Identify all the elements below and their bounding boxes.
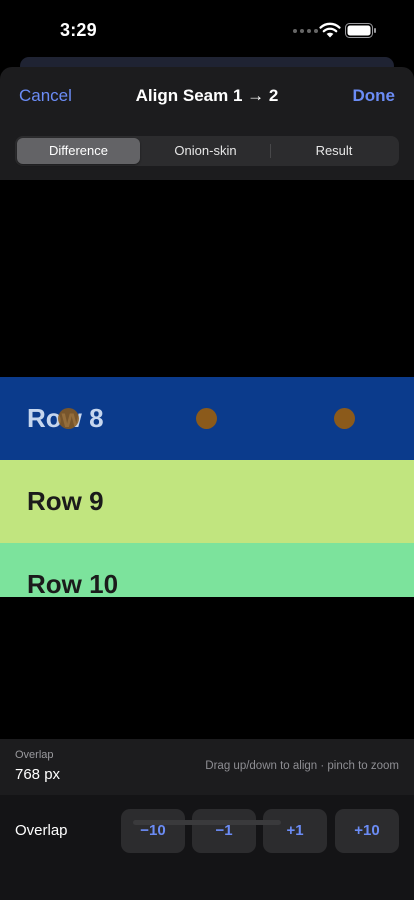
battery-icon — [345, 23, 376, 38]
alignment-marker[interactable] — [196, 408, 217, 429]
row-label: Row 10 — [27, 569, 119, 597]
increase-1-button[interactable]: +1 — [263, 809, 327, 853]
alignment-marker[interactable] — [334, 408, 355, 429]
mode-bar: Difference Onion-skin Result — [0, 123, 414, 180]
overlap-controls: Overlap −10 −1 +1 +10 — [0, 795, 414, 900]
segment-result[interactable]: Result — [271, 138, 397, 164]
alignment-canvas[interactable]: Row 8 Row 9 Row 10 — [0, 180, 414, 739]
segment-onion-skin[interactable]: Onion-skin — [142, 138, 269, 164]
overlap-value: 768 px — [15, 766, 61, 783]
row-band-9: Row 9 — [0, 460, 414, 543]
status-time: 3:29 — [60, 20, 97, 40]
increase-10-button[interactable]: +10 — [335, 809, 399, 853]
align-seam-sheet: Cancel Align Seam 1 → 2 Done Difference … — [0, 67, 414, 900]
status-bar: 3:29 — [0, 0, 414, 62]
overlap-info-title: Overlap — [15, 749, 54, 761]
cellular-signal-icon — [293, 29, 318, 33]
gesture-hint: Drag up/down to align · pinch to zoom — [205, 760, 399, 772]
alignment-marker[interactable] — [58, 408, 79, 429]
wifi-icon — [319, 22, 341, 38]
navigation-bar: Cancel Align Seam 1 → 2 Done — [0, 67, 414, 123]
overlap-controls-label: Overlap — [15, 822, 68, 839]
decrease-1-button[interactable]: −1 — [192, 809, 256, 853]
row-band-8: Row 8 — [0, 377, 414, 460]
overlap-info-bar: Overlap 768 px Drag up/down to align · p… — [0, 739, 414, 795]
home-indicator — [133, 820, 281, 825]
decrease-10-button[interactable]: −10 — [121, 809, 185, 853]
done-button[interactable]: Done — [353, 86, 396, 106]
segment-difference[interactable]: Difference — [17, 138, 140, 164]
row-label: Row 9 — [27, 486, 104, 516]
row-band-10: Row 10 — [0, 543, 414, 597]
mode-segmented-control: Difference Onion-skin Result — [15, 136, 399, 166]
